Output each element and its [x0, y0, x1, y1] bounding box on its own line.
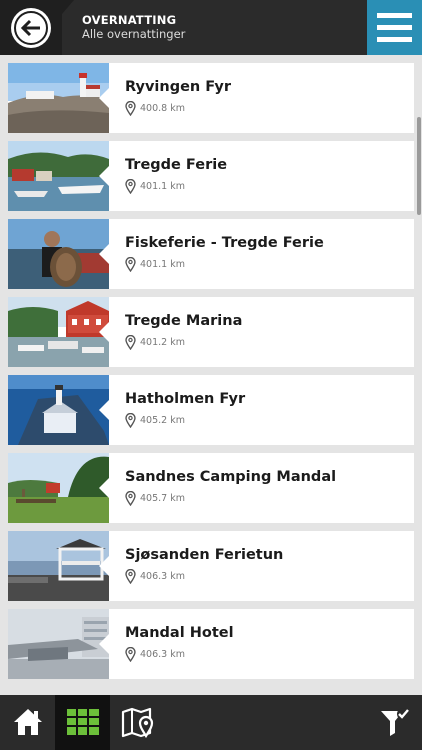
header-titles: OVERNATTING Alle overnattinger — [82, 13, 185, 42]
tab-home[interactable] — [0, 695, 55, 750]
list-item[interactable]: Sandnes Camping Mandal 405.7 km — [8, 453, 414, 523]
tab-map[interactable] — [111, 695, 166, 750]
item-distance: 405.2 km — [140, 415, 185, 426]
location-pin-icon — [125, 569, 136, 584]
item-distance: 401.2 km — [140, 337, 185, 348]
item-thumbnail — [8, 219, 109, 289]
item-name: Fiskeferie - Tregde Ferie — [125, 235, 324, 251]
location-pin-icon — [125, 101, 136, 116]
item-thumbnail — [8, 531, 109, 601]
list-item[interactable]: Sjøsanden Ferietun 406.3 km — [8, 531, 414, 601]
item-thumbnail — [8, 453, 109, 523]
accommodation-list[interactable]: Ryvingen Fyr 400.8 km Tregde Ferie 401.1… — [0, 55, 422, 695]
map-pin-icon — [121, 707, 154, 738]
location-pin-icon — [125, 647, 136, 662]
item-name: Ryvingen Fyr — [125, 79, 232, 95]
item-thumbnail — [8, 297, 109, 367]
list-item[interactable]: Ryvingen Fyr 400.8 km — [8, 63, 414, 133]
tab-filter[interactable] — [367, 695, 422, 750]
list-item[interactable]: Mandal Hotel 406.3 km — [8, 609, 414, 679]
item-distance: 400.8 km — [140, 103, 185, 114]
item-distance: 401.1 km — [140, 259, 185, 270]
item-name: Tregde Ferie — [125, 157, 228, 173]
item-thumbnail — [8, 609, 109, 679]
item-thumbnail — [8, 141, 109, 211]
location-pin-icon — [125, 491, 136, 506]
list-item[interactable]: Tregde Ferie 401.1 km — [8, 141, 414, 211]
item-distance: 406.3 km — [140, 571, 185, 582]
grid-list-icon — [67, 709, 99, 735]
item-name: Hatholmen Fyr — [125, 391, 246, 407]
item-name: Tregde Marina — [125, 313, 243, 329]
list-scrollbar[interactable] — [417, 117, 421, 215]
menu-button[interactable] — [367, 0, 422, 55]
list-item[interactable]: Fiskeferie - Tregde Ferie 401.1 km — [8, 219, 414, 289]
item-name: Sandnes Camping Mandal — [125, 469, 337, 485]
item-distance: 406.3 km — [140, 649, 185, 660]
item-thumbnail — [8, 375, 109, 445]
list-item[interactable]: Tregde Marina 401.2 km — [8, 297, 414, 367]
top-header: OVERNATTING Alle overnattinger — [0, 0, 422, 55]
item-name: Sjøsanden Ferietun — [125, 547, 284, 563]
arrow-left-icon — [14, 11, 48, 45]
page-title: OVERNATTING — [82, 13, 177, 27]
header-notch — [62, 0, 74, 14]
list-item[interactable]: Hatholmen Fyr 405.2 km — [8, 375, 414, 445]
tab-list[interactable] — [55, 695, 110, 750]
location-pin-icon — [125, 257, 136, 272]
item-thumbnail — [8, 63, 109, 133]
location-pin-icon — [125, 179, 136, 194]
home-icon — [14, 709, 42, 735]
item-distance: 401.1 km — [140, 181, 185, 192]
item-name: Mandal Hotel — [125, 625, 234, 641]
item-distance: 405.7 km — [140, 493, 185, 504]
back-button[interactable] — [11, 8, 51, 48]
page-subtitle: Alle overnattinger — [82, 27, 186, 41]
location-pin-icon — [125, 335, 136, 350]
filter-icon — [381, 708, 409, 736]
bottom-tab-bar — [0, 695, 422, 750]
location-pin-icon — [125, 413, 136, 428]
